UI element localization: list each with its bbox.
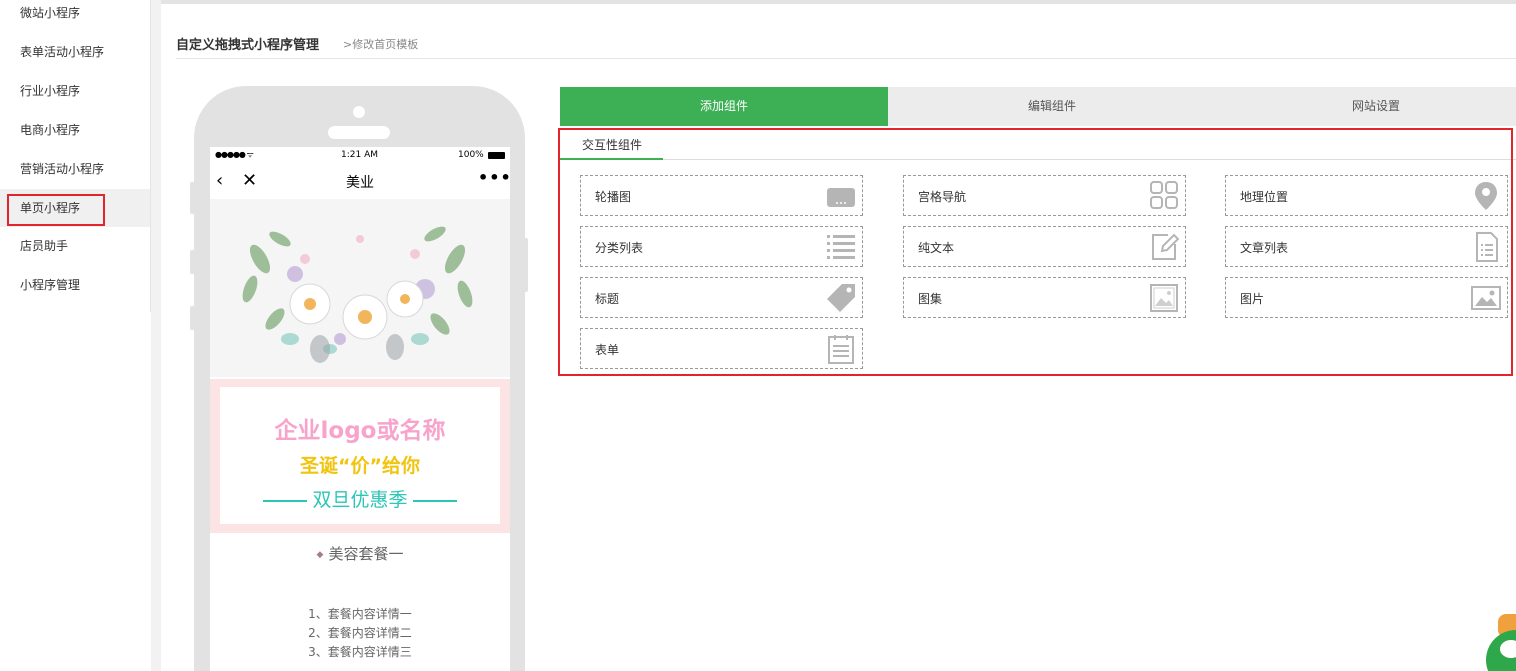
header-divider — [176, 58, 1516, 59]
phone-mute-button — [190, 182, 196, 214]
promo-banner[interactable]: 企业logo或名称 圣诞“价”给你 双旦优惠季 — [210, 379, 510, 533]
dash-left — [263, 499, 308, 502]
sidebar-item-clerk-assistant[interactable]: 店员助手 — [0, 227, 150, 265]
phone-nav-title: 美业 — [346, 175, 374, 191]
package-detail-1: 1、套餐内容详情一 — [308, 607, 412, 621]
battery-icon — [488, 152, 505, 159]
sidebar-divider — [151, 0, 161, 671]
page-title: 自定义拖拽式小程序管理 — [176, 38, 320, 53]
sidebar-item-form-activity[interactable]: 表单活动小程序 — [0, 33, 150, 71]
package-detail-3: 3、套餐内容详情三 — [308, 645, 412, 659]
promo-banner-card: 企业logo或名称 圣诞“价”给你 双旦优惠季 — [220, 387, 500, 524]
tab-add-component[interactable]: 添加组件 — [560, 87, 888, 126]
phone-camera — [353, 106, 365, 118]
tab-edit-component[interactable]: 编辑组件 — [888, 87, 1216, 126]
promo-season-text: 双旦优惠季 — [312, 489, 408, 511]
component-panel-highlight — [558, 128, 1513, 376]
sidebar-item-weizhan[interactable]: 微站小程序 — [0, 0, 150, 32]
phone-volume-up — [190, 250, 196, 274]
dash-right — [412, 499, 457, 502]
sidebar-item-industry[interactable]: 行业小程序 — [0, 72, 150, 110]
sidebar-item-miniprogram-manage[interactable]: 小程序管理 — [0, 266, 150, 304]
status-bar: ●●●●● ᯤ 1:21 AM 100% — [210, 147, 510, 163]
sidebar: 微站小程序 表单活动小程序 行业小程序 电商小程序 营销活动小程序 单页小程序 … — [0, 0, 151, 312]
package-detail-2: 2、套餐内容详情二 — [308, 626, 412, 640]
signal-icon: ●●●●● ᯤ — [215, 150, 254, 159]
diamond-icon: ◆ — [316, 550, 324, 560]
status-time: 1:21 AM — [341, 150, 378, 160]
phone-speaker — [328, 126, 390, 139]
promo-company-name: 企业logo或名称 — [274, 418, 446, 444]
top-divider — [161, 0, 1516, 4]
package-title: 美容套餐一 — [328, 545, 404, 563]
promo-christmas-text: 圣诞“价”给你 — [300, 455, 420, 477]
sidebar-item-marketing[interactable]: 营销活动小程序 — [0, 150, 150, 188]
phone-screen: ●●●●● ᯤ 1:21 AM 100% ‹ ✕ 美业 ••• 企业logo或名… — [210, 147, 510, 671]
battery-percent: 100% — [458, 150, 484, 160]
sidebar-item-ecommerce[interactable]: 电商小程序 — [0, 111, 150, 149]
tab-site-settings[interactable]: 网站设置 — [1216, 87, 1516, 126]
phone-volume-down — [190, 306, 196, 330]
phone-power-button — [522, 238, 528, 292]
phone-nav-bar: ‹ ✕ 美业 ••• — [210, 164, 510, 198]
chat-icon — [1500, 640, 1516, 658]
floral-banner-image[interactable] — [210, 199, 510, 377]
breadcrumb[interactable]: >修改首页模板 — [343, 36, 418, 52]
package-title-row: ◆ 美容套餐一 — [210, 543, 510, 564]
sidebar-active-highlight — [7, 194, 105, 226]
tab-site-settings-label: 网站设置 — [1351, 99, 1400, 113]
promo-season-row: 双旦优惠季 — [220, 485, 500, 512]
more-icon[interactable]: ••• — [478, 168, 510, 187]
